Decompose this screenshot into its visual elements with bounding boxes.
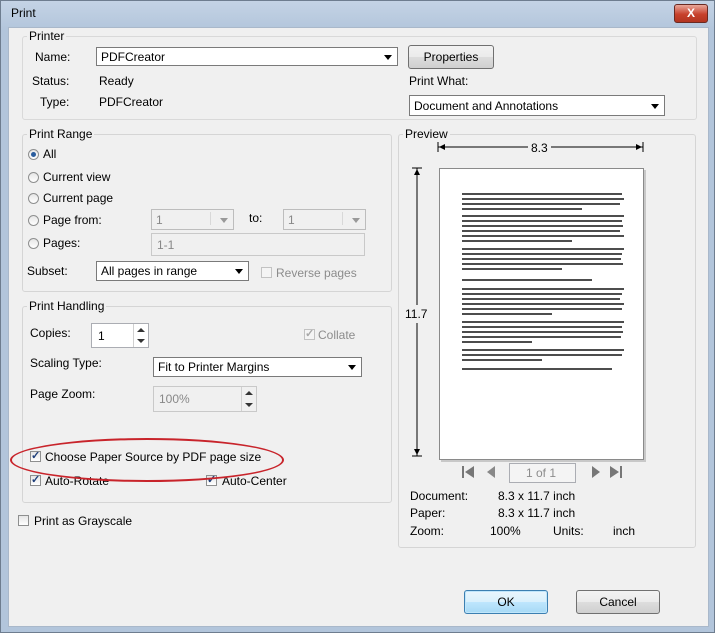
units-value: inch <box>613 524 636 538</box>
radio-pages[interactable] <box>28 238 39 249</box>
copies-label: Copies: <box>30 326 71 340</box>
status-value: Ready <box>99 74 134 88</box>
radio-page-from[interactable] <box>28 215 39 226</box>
chevron-down-icon <box>651 104 659 109</box>
copies-stepper[interactable]: 1 <box>91 323 149 348</box>
chevron-down-icon <box>352 218 360 223</box>
radio-current-view-label: Current view <box>43 170 111 184</box>
radio-current-view[interactable] <box>28 172 39 183</box>
page-zoom-label: Page Zoom: <box>30 387 96 401</box>
chevron-down-icon <box>384 55 392 60</box>
subset-label: Subset: <box>27 264 68 278</box>
cancel-button[interactable]: Cancel <box>576 590 660 614</box>
grayscale-checkbox[interactable] <box>18 515 29 526</box>
reverse-pages-checkbox[interactable] <box>261 267 272 278</box>
print-what-value: Document and Annotations <box>414 99 559 113</box>
print-handling-group-label: Print Handling <box>27 299 107 313</box>
to-label: to: <box>249 211 263 225</box>
scaling-type-label: Scaling Type: <box>30 356 102 370</box>
page-indicator: 1 of 1 <box>526 466 557 480</box>
reverse-pages-label: Reverse pages <box>276 266 357 280</box>
grayscale-label: Print as Grayscale <box>34 514 133 528</box>
last-page-icon[interactable] <box>608 464 624 480</box>
title-bar[interactable]: Print X <box>1 1 714 27</box>
window-title: Print <box>11 6 36 20</box>
type-value: PDFCreator <box>99 95 164 109</box>
height-dimension: 11.7 <box>405 305 428 323</box>
printer-group-label: Printer <box>27 29 67 43</box>
previous-page-icon[interactable] <box>484 464 498 480</box>
paper-size-value: 8.3 x 11.7 inch <box>498 506 576 520</box>
page-zoom-stepper[interactable]: 100% <box>153 386 257 412</box>
print-range-group-label: Print Range <box>27 127 95 141</box>
zoom-value: 100% <box>490 524 521 538</box>
first-page-icon[interactable] <box>460 464 476 480</box>
preview-page-thumbnail <box>439 168 644 460</box>
spin-up-icon[interactable] <box>245 391 253 395</box>
spin-down-icon[interactable] <box>137 339 145 343</box>
units-label: Units: <box>553 524 584 538</box>
pages-input[interactable]: 1-1 <box>151 233 365 256</box>
copies-spin-buttons[interactable] <box>133 324 148 347</box>
page-zoom-value: 100% <box>159 392 190 406</box>
zoom-spin-buttons[interactable] <box>241 387 256 411</box>
page-to-combo[interactable]: 1 <box>283 209 366 230</box>
subset-value: All pages in range <box>101 264 198 278</box>
page-from-value: 1 <box>156 213 163 227</box>
page-indicator-field[interactable]: 1 of 1 <box>509 463 576 483</box>
print-what-label: Print What: <box>409 74 469 88</box>
scaling-type-select[interactable]: Fit to Printer Margins <box>153 357 362 377</box>
chevron-down-icon <box>235 269 243 274</box>
scaling-type-value: Fit to Printer Margins <box>158 360 270 374</box>
radio-page-from-label: Page from: <box>43 213 102 227</box>
printer-name-label: Name: <box>35 50 71 64</box>
paper-size-label: Paper: <box>410 506 446 520</box>
type-label: Type: <box>40 95 70 109</box>
chevron-down-icon <box>220 218 228 223</box>
highlight-annotation-oval <box>10 438 284 482</box>
width-dimension: 8.3 <box>528 141 551 155</box>
radio-pages-label: Pages: <box>43 236 81 250</box>
radio-current-page-label: Current page <box>43 191 114 205</box>
printer-name-select[interactable]: PDFCreator <box>96 47 398 66</box>
pages-value: 1-1 <box>157 238 175 252</box>
properties-button[interactable]: Properties <box>408 45 494 69</box>
zoom-label: Zoom: <box>410 524 445 538</box>
collate-checkbox[interactable]: ✓ <box>304 328 315 340</box>
print-what-select[interactable]: Document and Annotations <box>409 95 665 116</box>
radio-current-page[interactable] <box>28 193 39 204</box>
radio-all[interactable] <box>28 149 39 160</box>
status-label: Status: <box>32 74 70 88</box>
auto-rotate-checkbox[interactable]: ✓ <box>30 474 41 486</box>
next-page-icon[interactable] <box>589 464 603 480</box>
document-size-label: Document: <box>410 489 469 503</box>
spin-up-icon[interactable] <box>137 328 145 332</box>
close-button[interactable]: X <box>674 4 708 23</box>
spin-down-icon[interactable] <box>245 403 253 407</box>
page-to-value: 1 <box>288 213 295 227</box>
page-from-combo[interactable]: 1 <box>151 209 234 230</box>
ok-button[interactable]: OK <box>464 590 548 614</box>
printer-name-value: PDFCreator <box>101 50 166 64</box>
radio-all-label: All <box>43 147 57 161</box>
subset-select[interactable]: All pages in range <box>96 261 249 281</box>
copies-value: 1 <box>98 329 105 343</box>
chevron-down-icon <box>348 365 356 370</box>
document-size-value: 8.3 x 11.7 inch <box>498 489 576 503</box>
collate-label: Collate <box>318 328 356 342</box>
